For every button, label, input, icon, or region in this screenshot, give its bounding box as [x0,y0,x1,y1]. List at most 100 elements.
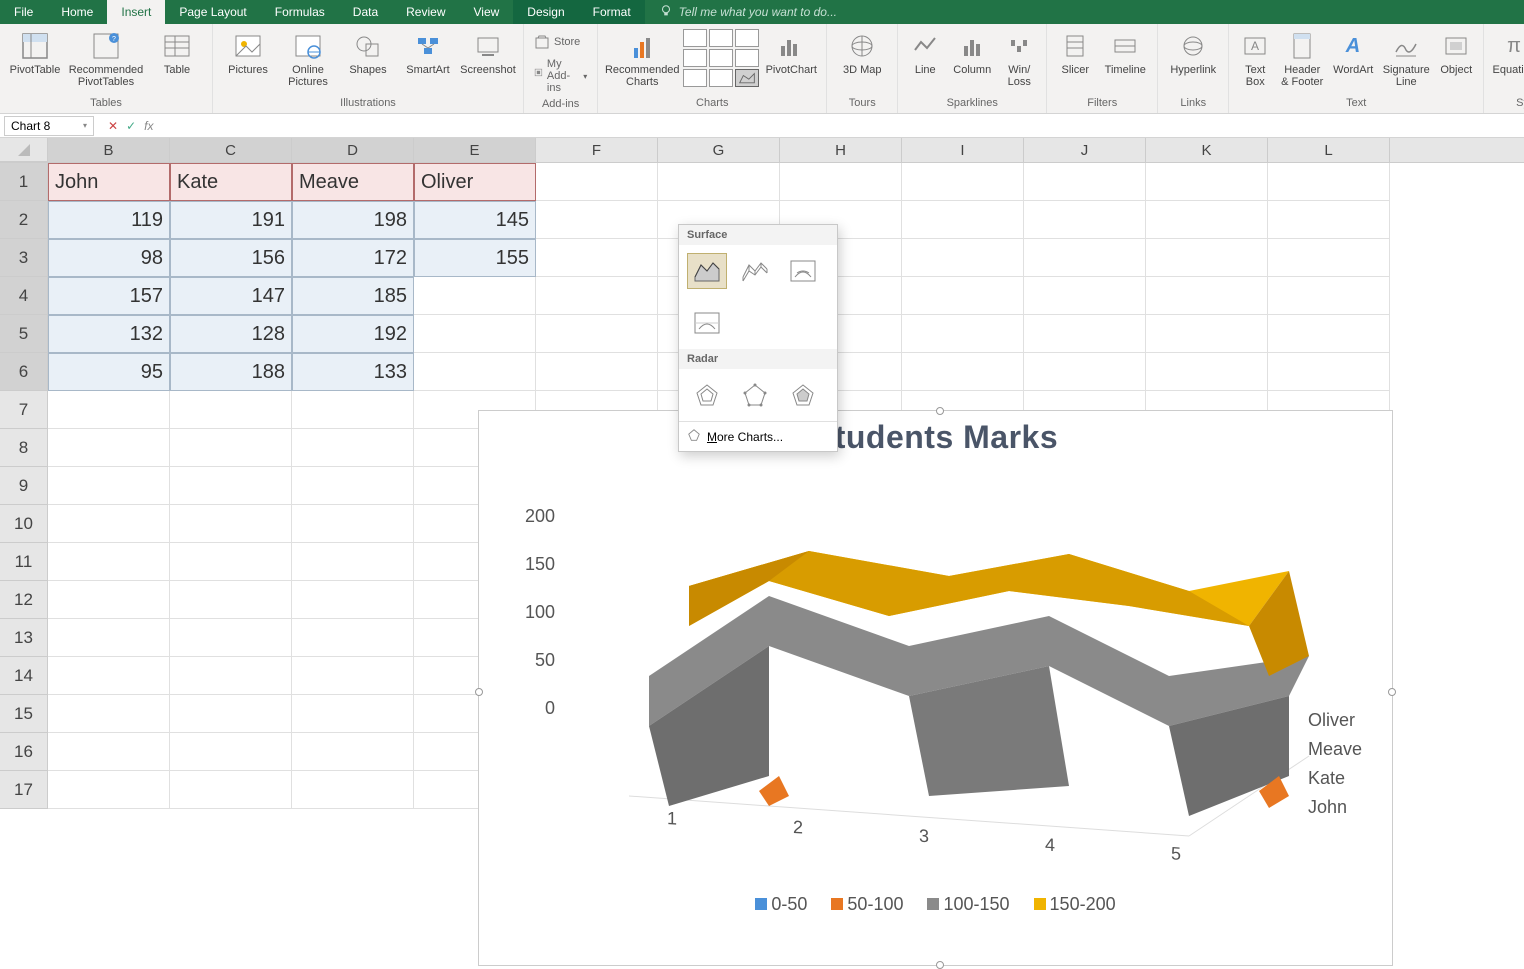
name-box[interactable]: Chart 8▾ [4,116,94,136]
row-header-11[interactable]: 11 [0,543,48,581]
cell-B2[interactable]: 119 [48,201,170,239]
cell-I2[interactable] [902,201,1024,239]
sparkline-column-button[interactable]: Column [948,28,996,78]
tab-formulas[interactable]: Formulas [261,0,339,24]
cell-D13[interactable] [292,619,414,657]
pivotchart-button[interactable]: PivotChart [762,28,820,78]
cell-B16[interactable] [48,733,170,771]
cell-J1[interactable] [1024,163,1146,201]
cell-B14[interactable] [48,657,170,695]
cell-B15[interactable] [48,695,170,733]
col-header-F[interactable]: F [536,138,658,162]
col-header-D[interactable]: D [292,138,414,162]
cell-B5[interactable]: 132 [48,315,170,353]
cell-I4[interactable] [902,277,1024,315]
tab-review[interactable]: Review [392,0,459,24]
cell-B7[interactable] [48,391,170,429]
pictures-button[interactable]: Pictures [219,28,277,78]
row-header-13[interactable]: 13 [0,619,48,657]
radar-markers-option[interactable] [735,377,775,413]
cell-D10[interactable] [292,505,414,543]
cell-L4[interactable] [1268,277,1390,315]
cell-D15[interactable] [292,695,414,733]
cell-D6[interactable]: 133 [292,353,414,391]
cell-C6[interactable]: 188 [170,353,292,391]
object-button[interactable]: Object [1435,28,1477,78]
cell-J3[interactable] [1024,239,1146,277]
cell-K6[interactable] [1146,353,1268,391]
cell-B10[interactable] [48,505,170,543]
wordart-button[interactable]: AWordArt [1329,28,1377,78]
header-footer-button[interactable]: Header & Footer [1277,28,1327,90]
cell-C1[interactable]: Kate [170,163,292,201]
row-header-6[interactable]: 6 [0,353,48,391]
cell-E5[interactable] [414,315,536,353]
cell-B13[interactable] [48,619,170,657]
cell-C13[interactable] [170,619,292,657]
cell-E1[interactable]: Oliver [414,163,536,201]
cell-F5[interactable] [536,315,658,353]
cell-K3[interactable] [1146,239,1268,277]
chart-scatter-icon[interactable] [735,49,759,67]
cell-B11[interactable] [48,543,170,581]
col-header-J[interactable]: J [1024,138,1146,162]
timeline-button[interactable]: Timeline [1099,28,1151,78]
pivottable-button[interactable]: PivotTable [6,28,64,78]
fx-icon[interactable]: fx [144,119,153,133]
tab-view[interactable]: View [460,0,514,24]
hyperlink-button[interactable]: Hyperlink [1164,28,1222,78]
row-header-8[interactable]: 8 [0,429,48,467]
table-button[interactable]: Table [148,28,206,78]
tab-page-layout[interactable]: Page Layout [165,0,260,24]
recommended-pivottables-button[interactable]: ?Recommended PivotTables [66,28,146,90]
chart-hierarchy-icon[interactable] [683,49,707,67]
row-header-3[interactable]: 3 [0,239,48,277]
cell-J4[interactable] [1024,277,1146,315]
col-header-H[interactable]: H [780,138,902,162]
tab-data[interactable]: Data [339,0,392,24]
cell-D14[interactable] [292,657,414,695]
cell-I3[interactable] [902,239,1024,277]
col-header-L[interactable]: L [1268,138,1390,162]
cell-G1[interactable] [658,163,780,201]
tab-format[interactable]: Format [579,0,645,24]
cell-C8[interactable] [170,429,292,467]
col-header-E[interactable]: E [414,138,536,162]
cell-C10[interactable] [170,505,292,543]
cell-J5[interactable] [1024,315,1146,353]
cancel-formula-icon[interactable]: ✕ [108,119,118,133]
chart-bar-icon[interactable] [683,29,707,47]
row-header-15[interactable]: 15 [0,695,48,733]
tab-home[interactable]: Home [47,0,107,24]
col-header-G[interactable]: G [658,138,780,162]
surface-3d-option[interactable] [687,253,727,289]
cell-C2[interactable]: 191 [170,201,292,239]
cell-C7[interactable] [170,391,292,429]
cell-F4[interactable] [536,277,658,315]
formula-bar[interactable] [167,116,1524,136]
cell-B4[interactable]: 157 [48,277,170,315]
col-header-K[interactable]: K [1146,138,1268,162]
cell-D9[interactable] [292,467,414,505]
cell-E3[interactable]: 155 [414,239,536,277]
row-header-12[interactable]: 12 [0,581,48,619]
cell-K2[interactable] [1146,201,1268,239]
cell-C9[interactable] [170,467,292,505]
cell-B12[interactable] [48,581,170,619]
screenshot-button[interactable]: Screenshot [459,28,517,78]
cell-K1[interactable] [1146,163,1268,201]
cell-D2[interactable]: 198 [292,201,414,239]
chart-statistic-icon[interactable] [709,49,733,67]
3d-map-button[interactable]: 3D Map [833,28,891,78]
cell-F3[interactable] [536,239,658,277]
cell-C3[interactable]: 156 [170,239,292,277]
signature-line-button[interactable]: Signature Line [1379,28,1433,90]
radar-filled-option[interactable] [783,377,823,413]
row-header-16[interactable]: 16 [0,733,48,771]
chart-line-icon[interactable] [709,29,733,47]
cell-F6[interactable] [536,353,658,391]
cell-B6[interactable]: 95 [48,353,170,391]
tab-design[interactable]: Design [513,0,578,24]
cell-K4[interactable] [1146,277,1268,315]
chart-surface-radar-dropdown[interactable] [735,69,759,87]
